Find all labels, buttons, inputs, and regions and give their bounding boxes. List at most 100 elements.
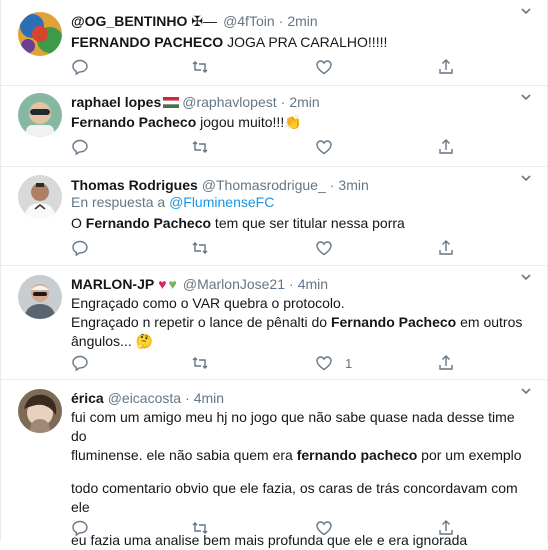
- share-icon: [439, 240, 453, 255]
- green-heart-icon: ♥: [168, 276, 177, 292]
- highlight-term: Fernando Pacheco: [330, 314, 457, 330]
- like-icon: [316, 356, 332, 371]
- handle[interactable]: @Thomasrodrigue_: [202, 177, 326, 193]
- retweet-button[interactable]: [191, 518, 209, 538]
- tweet[interactable]: raphael lopes @raphavlopest · 2min Ferna…: [1, 86, 547, 167]
- highlight-term: fernando pacheco: [296, 447, 418, 463]
- retweet-icon: [192, 61, 208, 73]
- tweet-line: fui com um amigo meu hj no jogo que não …: [71, 409, 515, 444]
- tweet-actions: [71, 238, 471, 258]
- chevron-down-icon[interactable]: [519, 270, 533, 284]
- handle[interactable]: @MarlonJose21: [183, 276, 285, 292]
- reply-button[interactable]: [71, 238, 89, 258]
- reply-icon: [72, 355, 88, 372]
- display-name[interactable]: @OG_BENTINHO: [71, 13, 187, 29]
- display-name[interactable]: Thomas Rodrigues: [71, 177, 198, 193]
- share-button[interactable]: [437, 353, 455, 373]
- retweet-button[interactable]: [191, 137, 209, 157]
- handle[interactable]: @4fToin: [223, 13, 275, 29]
- tweet-header: érica @eicacosta · 4min: [71, 388, 224, 408]
- reply-to-link[interactable]: @FluminenseFC: [169, 194, 274, 210]
- tweet[interactable]: MARLON-JP ♥ ♥ @MarlonJose21 · 4min Engra…: [1, 266, 547, 380]
- tweet-actions: [71, 518, 471, 538]
- highlight-term: Fernando Pacheco: [71, 114, 197, 130]
- display-name[interactable]: érica: [71, 390, 104, 406]
- tweet-text-rest: jogou muito!!!: [196, 114, 285, 130]
- tweet-text-pre: ângulos...: [71, 333, 136, 349]
- avatar[interactable]: [18, 275, 62, 319]
- tweet[interactable]: @OG_BENTINHO ✠— @4fToin · 2min FERNANDO …: [1, 0, 547, 86]
- tweet-text-pre: Engraçado n repetir o lance de pênalti d…: [71, 314, 331, 330]
- tweet[interactable]: Thomas Rodrigues @Thomasrodrigue_ · 3min…: [1, 167, 547, 266]
- reply-button[interactable]: [71, 353, 89, 373]
- reply-icon: [72, 59, 88, 76]
- retweet-icon: [192, 522, 208, 534]
- avatar[interactable]: [18, 93, 62, 137]
- tweet-text-rest: por um exemplo: [417, 447, 522, 463]
- retweet-icon: [192, 141, 208, 153]
- retweet-icon: [192, 357, 208, 369]
- like-button[interactable]: [315, 57, 345, 77]
- share-icon: [439, 520, 453, 535]
- tweet-text: Engraçado como o VAR quebra o protocolo.…: [71, 294, 527, 352]
- tweet-line: Engraçado n repetir o lance de pênalti d…: [71, 313, 527, 332]
- display-name[interactable]: MARLON-JP: [71, 276, 154, 292]
- like-button[interactable]: 1: [315, 353, 352, 373]
- reply-button[interactable]: [71, 518, 89, 538]
- tweet-line: Engraçado como o VAR quebra o protocolo.: [71, 295, 345, 311]
- chevron-down-icon[interactable]: [519, 90, 533, 104]
- share-icon: [439, 139, 453, 154]
- tweet-feed: @OG_BENTINHO ✠— @4fToin · 2min FERNANDO …: [0, 0, 548, 548]
- like-icon: [316, 140, 332, 155]
- separator-dot: ·: [185, 390, 190, 406]
- reply-button[interactable]: [71, 57, 89, 77]
- chevron-down-icon[interactable]: [519, 4, 533, 18]
- avatar[interactable]: [18, 175, 62, 219]
- handle[interactable]: @eicacosta: [108, 390, 181, 406]
- tweet-header: Thomas Rodrigues @Thomasrodrigue_ · 3min: [71, 175, 369, 195]
- share-icon: [439, 355, 453, 370]
- tweet-text-pre: fluminense. ele não sabia quem era: [71, 447, 297, 463]
- avatar[interactable]: [18, 389, 62, 433]
- like-icon: [316, 521, 332, 536]
- handle[interactable]: @raphavlopest: [182, 94, 276, 110]
- share-button[interactable]: [437, 57, 455, 77]
- reply-icon: [72, 139, 88, 156]
- like-button[interactable]: [315, 238, 345, 258]
- timestamp[interactable]: 4min: [298, 276, 328, 292]
- chevron-down-icon[interactable]: [519, 171, 533, 185]
- display-name[interactable]: raphael lopes: [71, 94, 161, 110]
- tweet-text: O Fernando Pacheco tem que ser titular n…: [71, 214, 527, 233]
- share-button[interactable]: [437, 238, 455, 258]
- avatar[interactable]: [18, 12, 62, 56]
- timestamp[interactable]: 2min: [287, 13, 317, 29]
- like-button[interactable]: [315, 137, 345, 157]
- tweet-header: raphael lopes @raphavlopest · 2min: [71, 92, 320, 112]
- timestamp[interactable]: 3min: [338, 177, 368, 193]
- tweet-text-rest: tem que ser titular nessa porra: [211, 215, 405, 231]
- clapping-hands-icon: 👏: [284, 115, 302, 131]
- share-button[interactable]: [437, 518, 455, 538]
- reply-icon: [72, 520, 88, 537]
- like-count: 1: [345, 355, 353, 371]
- retweet-button[interactable]: [191, 238, 209, 258]
- like-button[interactable]: [315, 518, 345, 538]
- tweet-actions: [71, 137, 471, 157]
- tweet-actions: [71, 57, 471, 77]
- timestamp[interactable]: 4min: [194, 390, 224, 406]
- name-suffix: ✠—: [191, 12, 218, 29]
- reply-button[interactable]: [71, 137, 89, 157]
- share-button[interactable]: [437, 137, 455, 157]
- reply-prefix: En respuesta a: [71, 194, 166, 210]
- share-icon: [439, 59, 453, 74]
- retweet-button[interactable]: [191, 57, 209, 77]
- retweet-icon: [192, 242, 208, 254]
- retweet-button[interactable]: [191, 353, 209, 373]
- tweet[interactable]: érica @eicacosta · 4min fui com um amigo…: [1, 380, 547, 548]
- tweet-text: Fernando Pacheco jogou muito!!!👏: [71, 113, 527, 133]
- timestamp[interactable]: 2min: [289, 94, 319, 110]
- tweet-header: MARLON-JP ♥ ♥ @MarlonJose21 · 4min: [71, 274, 328, 294]
- separator-dot: ·: [280, 94, 286, 110]
- chevron-down-icon[interactable]: [519, 384, 533, 398]
